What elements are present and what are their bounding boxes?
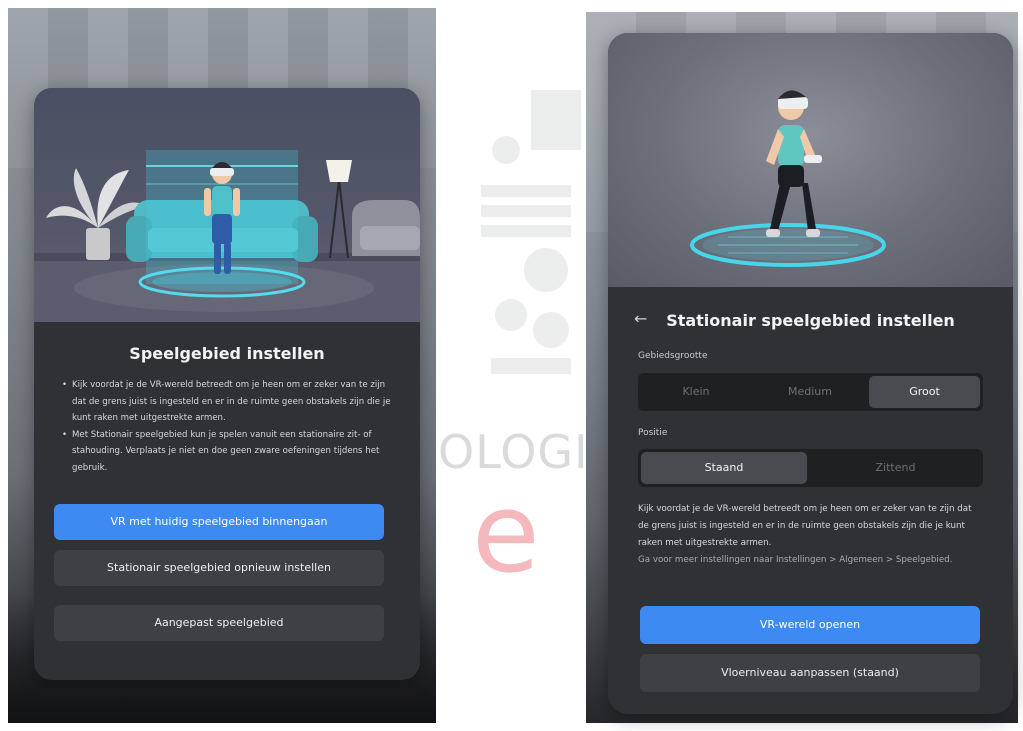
info-bullet: Met Stationair speelgebied kun je spelen… [62,427,394,477]
enter-vr-button[interactable]: VR met huidig speelgebied binnengaan [54,504,384,540]
reset-stationary-area-button[interactable]: Stationair speelgebied opnieuw instellen [54,550,384,586]
watermark-letter: e [472,469,540,597]
description-main: Kijk voordat je de VR-wereld betreedt om… [638,504,972,548]
size-option-large[interactable]: Groot [869,376,980,408]
room-illustration [34,88,420,322]
position-option-standing[interactable]: Staand [641,452,807,484]
area-size-selector: Klein Medium Groot [638,373,983,411]
settings-hint: Ga voor meer instellingen naar Instellin… [638,555,953,565]
page-title: Stationair speelgebied instellen [666,311,955,330]
position-option-seated[interactable]: Zittend [811,452,980,484]
standing-avatar-icon [690,90,886,267]
info-bullet: Kijk voordat je de VR-wereld betreedt om… [62,377,394,427]
panel-header: ← Stationair speelgebied instellen [608,309,1013,339]
open-vr-world-button[interactable]: VR-wereld openen [640,606,980,644]
play-area-setup-panel: Speelgebied instellen Kijk voordat je de… [34,88,420,680]
size-option-small[interactable]: Klein [641,376,751,408]
info-list: Kijk voordat je de VR-wereld betreedt om… [62,377,394,477]
area-size-label: Gebiedsgrootte [638,351,708,361]
watermark-logo-icon [481,90,581,374]
room-scene-icon [34,150,420,322]
size-option-medium[interactable]: Medium [755,376,865,408]
page-title: Speelgebied instellen [129,344,325,363]
watermark: OLOGI e [436,0,589,731]
position-selector: Staand Zittend [638,449,983,487]
adjust-floor-level-button[interactable]: Vloerniveau aanpassen (staand) [640,654,980,692]
avatar-illustration [608,33,1013,287]
position-label: Positie [638,428,668,438]
custom-play-area-button[interactable]: Aangepast speelgebied [54,605,384,641]
stationary-setup-panel: ← Stationair speelgebied instellen Gebie… [608,33,1013,714]
watermark-text: OLOGI [438,425,589,479]
description-text: Kijk voordat je de VR-wereld betreedt om… [638,501,983,569]
